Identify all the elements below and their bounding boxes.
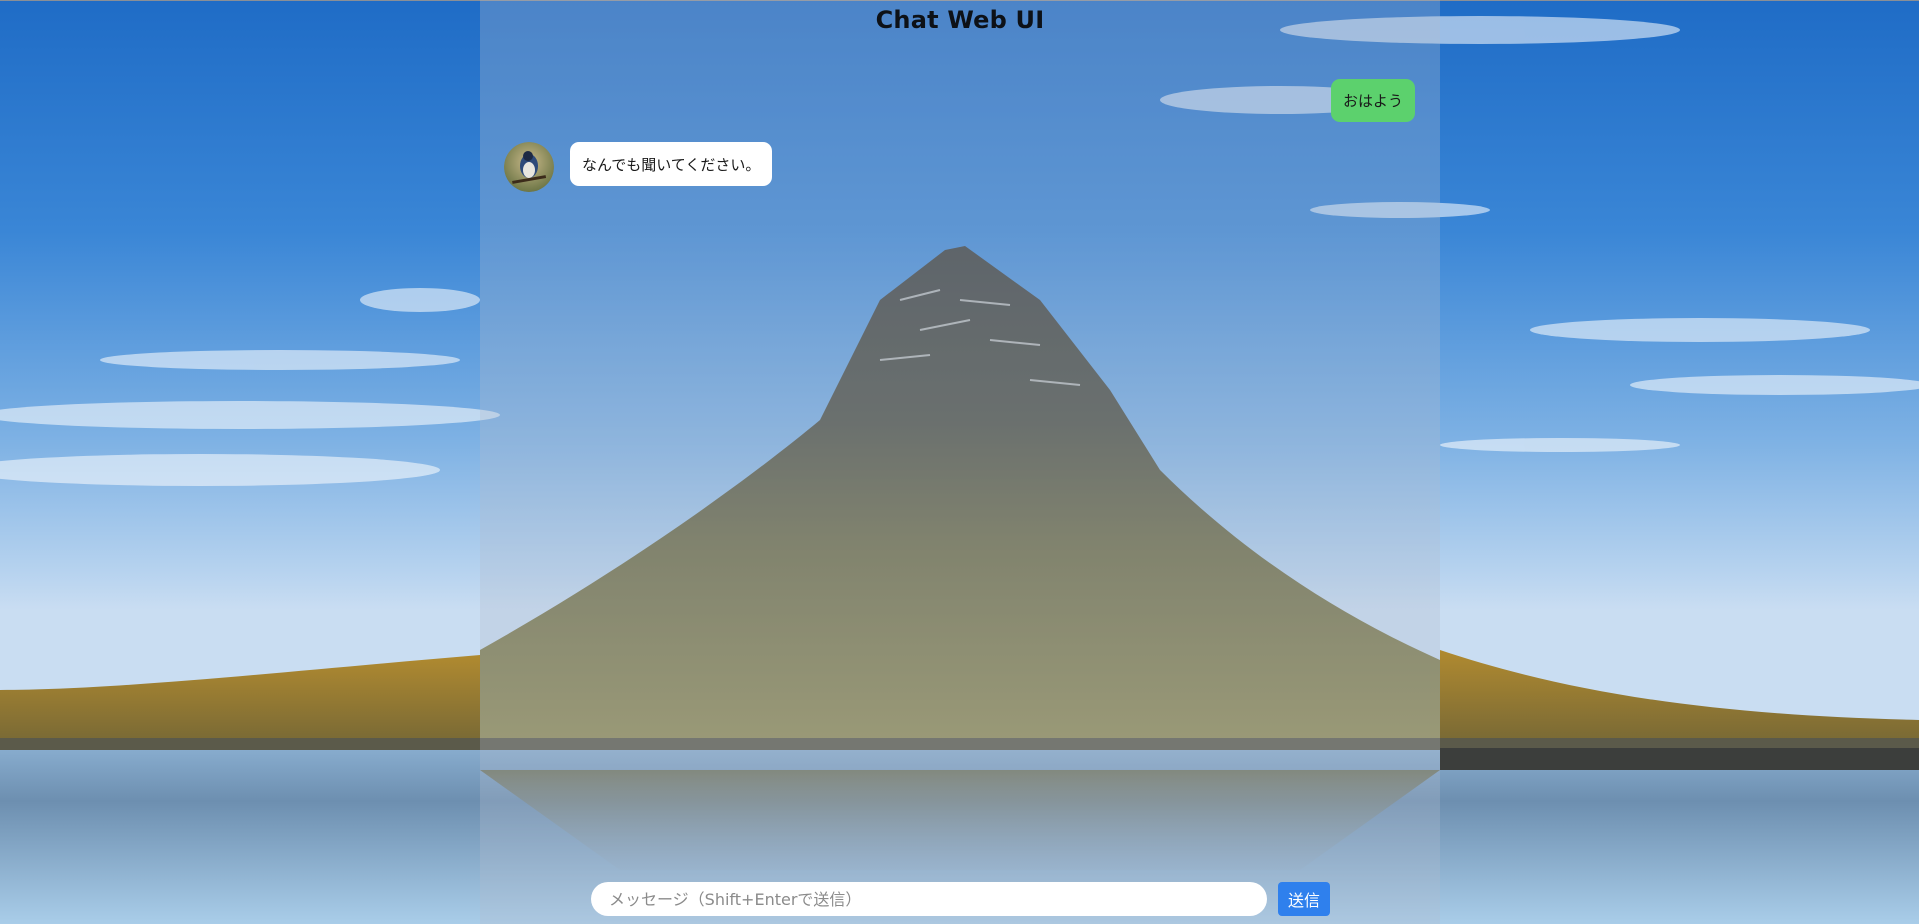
assistant-message-bubble: なんでも聞いてください。 [570, 142, 773, 186]
chat-panel [480, 0, 1440, 924]
send-button[interactable]: 送信 [1278, 882, 1331, 916]
message-input[interactable] [591, 882, 1267, 916]
app-title: Chat Web UI [875, 6, 1045, 34]
message-composer: 送信 [591, 882, 1331, 916]
bird-avatar-icon [504, 142, 554, 192]
user-message-bubble: おはよう [1330, 79, 1415, 122]
assistant-message-row: なんでも聞いてください。 [504, 142, 773, 192]
